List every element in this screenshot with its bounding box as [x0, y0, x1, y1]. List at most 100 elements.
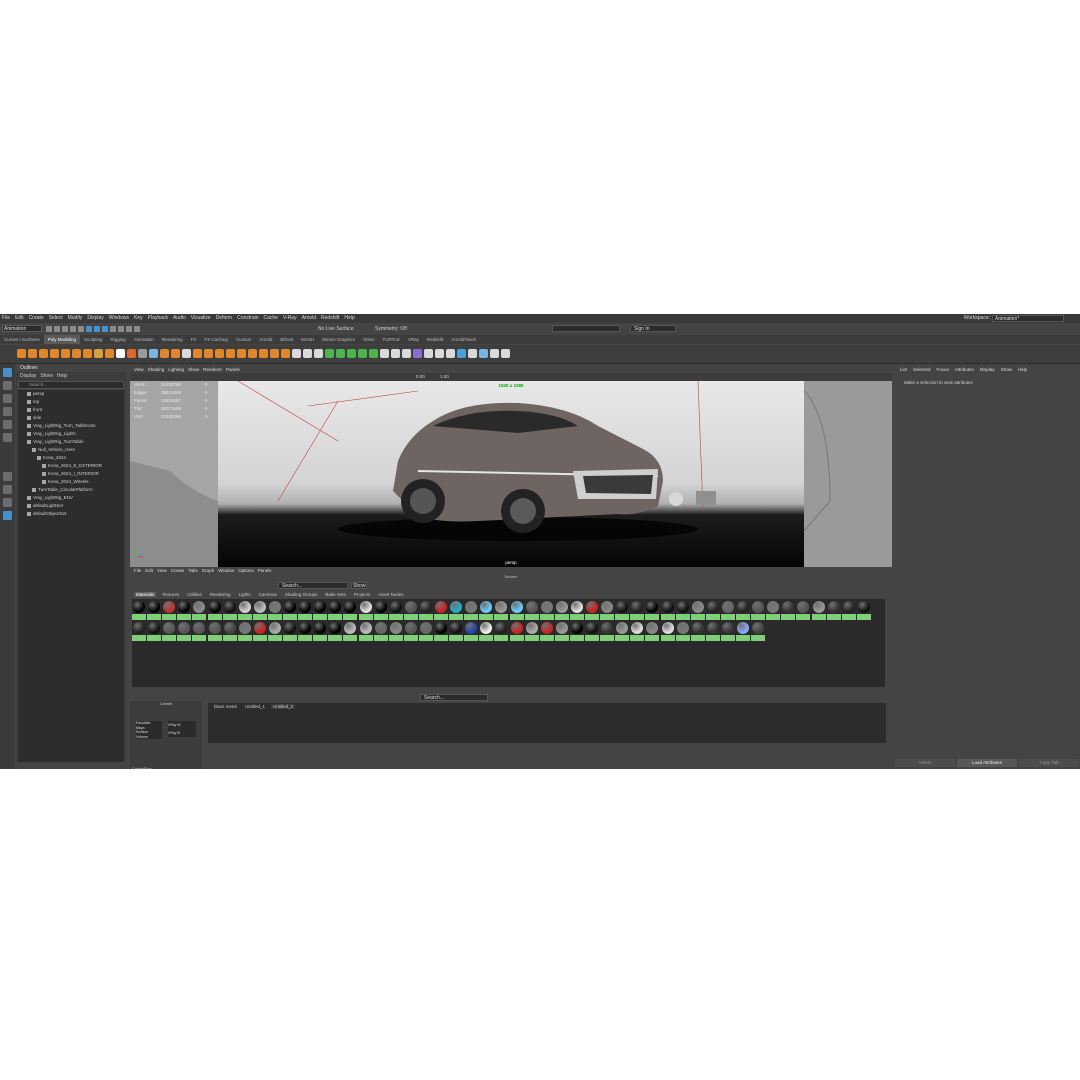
menu-modify[interactable]: Modify: [68, 314, 83, 323]
hypershade-menu-window[interactable]: Window: [218, 568, 234, 573]
browser-tab-projects[interactable]: Projects: [352, 592, 372, 597]
shelf-tool-icon[interactable]: [215, 349, 224, 358]
menu-deform[interactable]: Deform: [216, 314, 232, 323]
outliner-item[interactable]: Vray_LightRig_ENV: [18, 494, 124, 502]
material-swatch[interactable]: [781, 600, 796, 620]
shelf-tab-bifrost[interactable]: Bifrost: [276, 335, 297, 344]
material-swatch[interactable]: [237, 600, 252, 620]
material-swatch[interactable]: [569, 600, 584, 620]
live-surface-label[interactable]: No Live Surface: [318, 325, 354, 333]
menu-set-select[interactable]: Animation: [2, 325, 42, 332]
shelf-tool-icon[interactable]: [259, 349, 268, 358]
shelf-tool-icon[interactable]: [435, 349, 444, 358]
material-swatch[interactable]: [192, 621, 207, 641]
command-field[interactable]: [552, 325, 620, 332]
material-swatch[interactable]: [343, 621, 358, 641]
shelf-tool-icon[interactable]: [380, 349, 389, 358]
outliner-item[interactable]: front: [18, 406, 124, 414]
hypershade-menu-create[interactable]: Create: [171, 568, 185, 573]
symmetry-label[interactable]: Symmetry: Off: [375, 325, 407, 333]
work-tab-untitled-1[interactable]: Untitled_1: [243, 704, 267, 709]
material-swatch[interactable]: [600, 621, 615, 641]
attr-menu-display[interactable]: Display: [980, 367, 995, 372]
attr-button-copy-tab[interactable]: Copy Tab: [1019, 759, 1079, 767]
material-swatch[interactable]: [600, 600, 615, 620]
material-swatch[interactable]: [539, 600, 554, 620]
workspace-select[interactable]: Animation*: [992, 315, 1064, 322]
shelf-tab-custom[interactable]: Custom: [232, 335, 256, 344]
shelf-tool-icon[interactable]: [424, 349, 433, 358]
move-tool-icon[interactable]: [3, 407, 12, 416]
menu-file[interactable]: File: [2, 314, 10, 323]
viewport-menu-shading[interactable]: Shading: [148, 367, 165, 372]
attr-menu-selected[interactable]: Selected: [913, 367, 931, 372]
single-layout-icon[interactable]: [3, 472, 12, 481]
material-swatch[interactable]: [509, 621, 524, 641]
outliner-item[interactable]: Vray_LightRig_Turn_TableCam: [18, 422, 124, 430]
browser-tab-cameras[interactable]: Cameras: [257, 592, 279, 597]
attr-menu-focus[interactable]: Focus: [937, 367, 949, 372]
menu-edit[interactable]: Edit: [15, 314, 24, 323]
menu-cache[interactable]: Cache: [264, 314, 278, 323]
new-scene-icon[interactable]: [46, 326, 52, 332]
menu-constrain[interactable]: Constrain: [237, 314, 258, 323]
material-swatch[interactable]: [328, 600, 343, 620]
shelf-tool-icon[interactable]: [61, 349, 70, 358]
material-swatch[interactable]: [267, 600, 282, 620]
material-swatch[interactable]: [841, 600, 856, 620]
shelf-tab-rendering[interactable]: Rendering: [158, 335, 187, 344]
material-swatch[interactable]: [252, 621, 267, 641]
material-swatch[interactable]: [826, 600, 841, 620]
outliner-item[interactable]: defaultLightSet: [18, 502, 124, 510]
shelf-tool-icon[interactable]: [391, 349, 400, 358]
hypershade-menu-tabs[interactable]: Tabs: [188, 568, 198, 573]
material-swatch[interactable]: [434, 621, 448, 641]
viewport-menu-view[interactable]: View: [134, 367, 144, 372]
material-swatch[interactable]: [464, 600, 479, 620]
material-swatch[interactable]: [539, 621, 554, 641]
outliner-item[interactable]: Vray_LightRig_TurnTable: [18, 438, 124, 446]
menu-visualize[interactable]: Visualize: [191, 314, 211, 323]
viewport-menu-lighting[interactable]: Lighting: [168, 367, 184, 372]
four-view-layout-icon[interactable]: [3, 485, 12, 494]
shelf-tab-fx[interactable]: FX: [187, 335, 201, 344]
open-scene-icon[interactable]: [54, 326, 60, 332]
snap-grid-icon[interactable]: [110, 326, 116, 332]
outliner-item[interactable]: side: [18, 414, 124, 422]
material-swatch[interactable]: [660, 621, 675, 641]
material-swatch[interactable]: [645, 600, 660, 620]
shelf-tool-icon[interactable]: [160, 349, 169, 358]
create-category-volume[interactable]: Volume: [136, 735, 162, 740]
menu-playback[interactable]: Playback: [148, 314, 168, 323]
shelf-tab-rigging[interactable]: Rigging: [107, 335, 130, 344]
material-swatch[interactable]: [418, 600, 433, 620]
hypershade-menu-file[interactable]: File: [134, 568, 141, 573]
shelf-tool-icon[interactable]: [446, 349, 455, 358]
outliner-item[interactable]: Kona_2024: [18, 454, 124, 462]
menu-help[interactable]: Help: [344, 314, 354, 323]
outliner-menu-help[interactable]: Help: [57, 373, 67, 379]
material-swatch[interactable]: [449, 600, 464, 620]
shelf-tool-icon[interactable]: [303, 349, 312, 358]
undo-icon[interactable]: [70, 326, 76, 332]
material-swatch[interactable]: [766, 600, 781, 620]
material-swatch[interactable]: [630, 600, 645, 620]
shelf-tool-icon[interactable]: [28, 349, 37, 358]
shelf-tool-icon[interactable]: [270, 349, 279, 358]
work-area[interactable]: black metal Untitled_1 Untitled_2: [208, 703, 886, 743]
shelf-tab-sculpting[interactable]: Sculpting: [80, 335, 107, 344]
outliner-item[interactable]: TurnTable_CircularPlatform: [18, 486, 124, 494]
select-tool-icon[interactable]: [3, 368, 12, 377]
material-swatch[interactable]: [690, 621, 705, 641]
browser-search[interactable]: Search...: [278, 582, 348, 589]
attr-button-select[interactable]: Select: [895, 759, 955, 767]
lasso-tool-icon[interactable]: [3, 381, 12, 390]
shelf-tab-curves-surfaces[interactable]: Curves / Surfaces: [0, 335, 44, 344]
browser-show-button[interactable]: Show: [351, 582, 367, 589]
material-swatch[interactable]: [464, 621, 479, 641]
shelf-tool-icon[interactable]: [248, 349, 257, 358]
exposure-field[interactable]: 0.00: [416, 373, 425, 381]
save-scene-icon[interactable]: [62, 326, 68, 332]
shelf-tool-icon[interactable]: [281, 349, 290, 358]
shelf-tool-icon[interactable]: [116, 349, 125, 358]
